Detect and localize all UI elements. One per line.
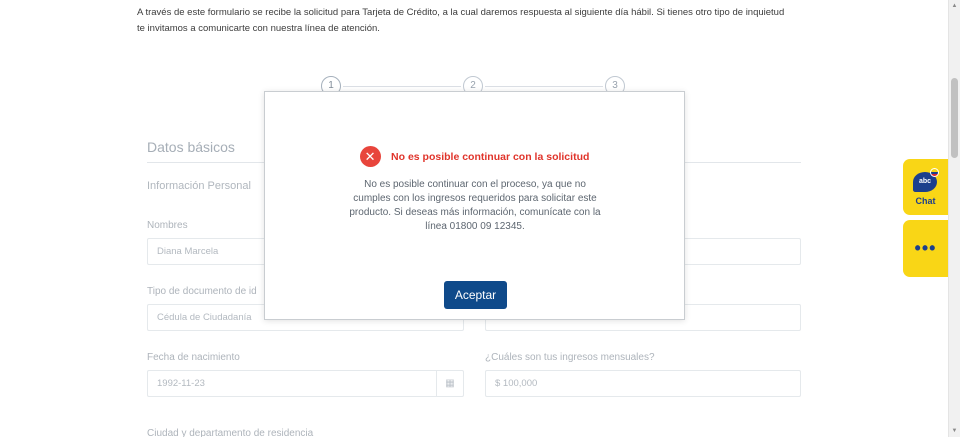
dialog-message: No es posible continuar con el proceso, … (349, 179, 601, 232)
scroll-up-arrow-icon[interactable]: ▲ (949, 0, 960, 12)
page-scrollbar[interactable]: ▲ ▼ (948, 0, 960, 437)
error-dialog: ✕ No es posible continuar con la solicit… (264, 91, 685, 320)
error-x-icon: ✕ (359, 146, 381, 167)
dialog-header: ✕ No es posible continuar con la solicit… (265, 146, 684, 167)
dialog-title: No es posible continuar con la solicitud (391, 150, 590, 163)
accept-button[interactable]: Aceptar (444, 281, 507, 309)
flag-icon (930, 168, 939, 177)
chat-widget-button[interactable]: abc Chat (903, 159, 948, 215)
more-options-button[interactable]: ••• (903, 220, 948, 277)
scroll-thumb[interactable] (951, 78, 958, 158)
chat-label: Chat (915, 196, 936, 206)
scroll-down-arrow-icon[interactable]: ▼ (949, 425, 960, 437)
